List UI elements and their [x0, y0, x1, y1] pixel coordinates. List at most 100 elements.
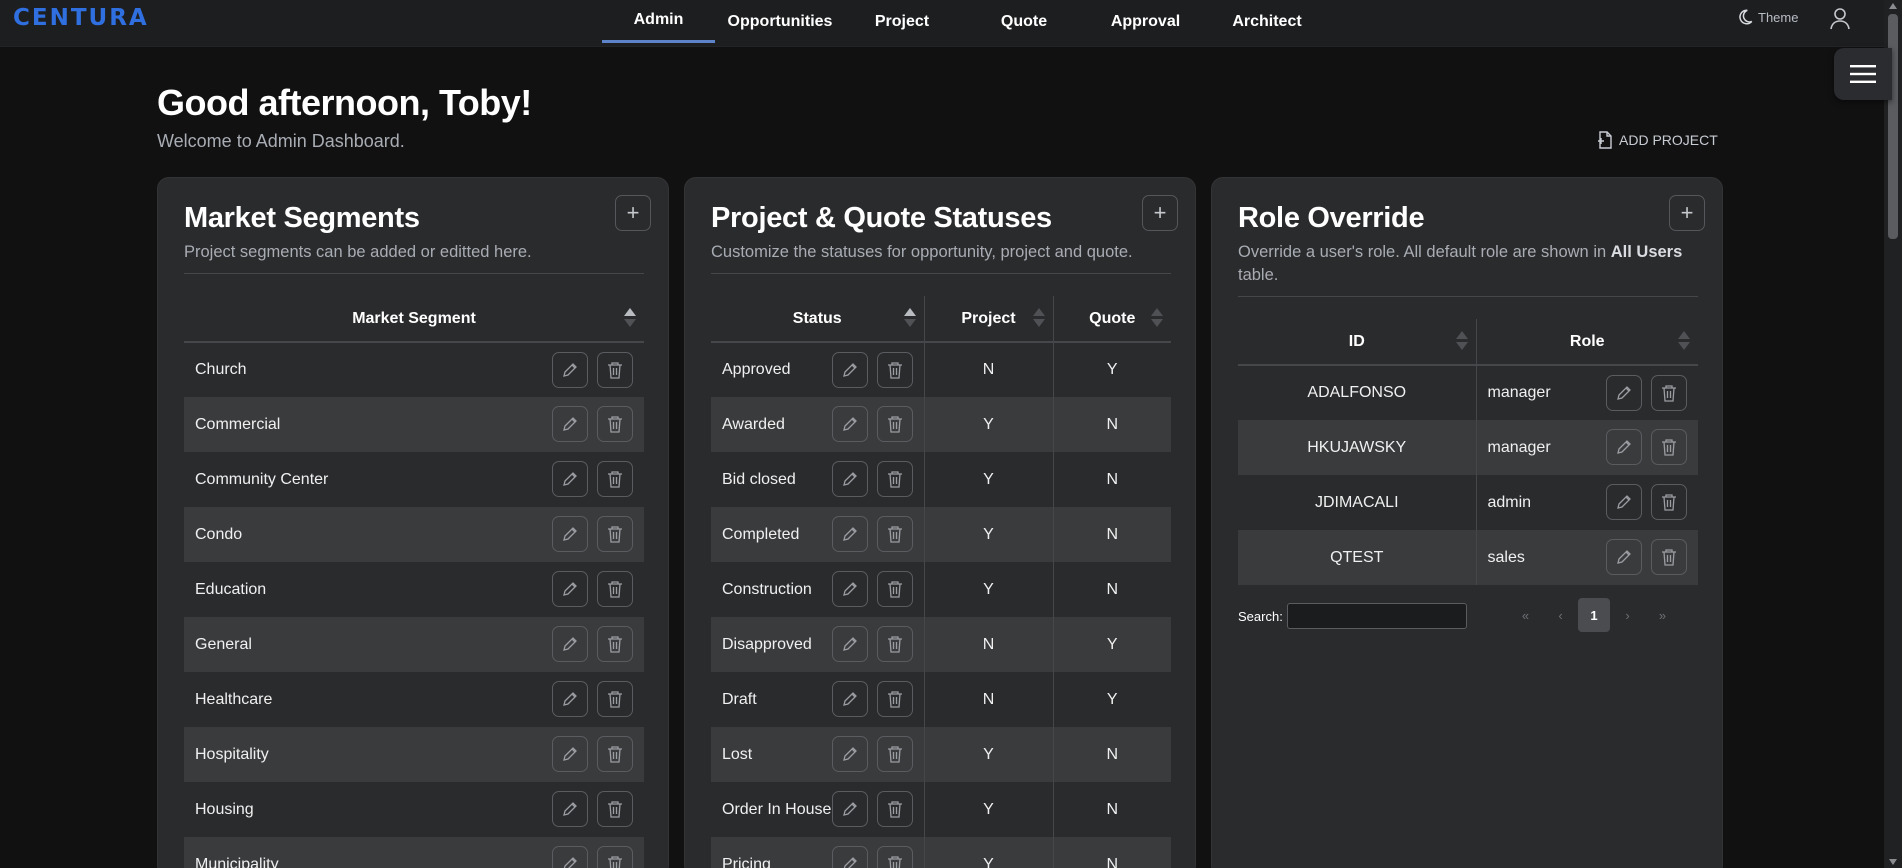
delete-button[interactable]: [876, 571, 913, 607]
delete-button[interactable]: [597, 571, 633, 607]
tab-approval[interactable]: Approval: [1089, 0, 1202, 43]
edit-button[interactable]: [552, 626, 588, 662]
pencil-icon: [563, 747, 577, 761]
column-header-id[interactable]: ID: [1238, 319, 1476, 366]
delete-button[interactable]: [597, 406, 633, 442]
current-page-button[interactable]: 1: [1578, 598, 1610, 632]
role-search: Search:: [1238, 603, 1467, 629]
edit-button[interactable]: [1606, 375, 1642, 411]
trash-icon: [608, 581, 622, 598]
tab-architect[interactable]: Architect: [1202, 0, 1332, 43]
market-segment-name: Municipality: [195, 855, 279, 868]
trash-icon: [608, 636, 622, 653]
delete-button[interactable]: [876, 736, 913, 772]
sort-icon[interactable]: [1678, 331, 1690, 351]
add-status-button[interactable]: +: [1142, 195, 1178, 231]
trash-icon: [887, 526, 902, 543]
edit-button[interactable]: [831, 791, 868, 827]
edit-button[interactable]: [552, 352, 588, 388]
project-flag: N: [923, 342, 1053, 397]
edit-button[interactable]: [552, 791, 588, 827]
tab-quote[interactable]: Quote: [959, 0, 1089, 43]
delete-button[interactable]: [597, 681, 633, 717]
sort-icon[interactable]: [1032, 308, 1045, 328]
edit-button[interactable]: [552, 736, 588, 772]
tab-project[interactable]: Project: [845, 0, 959, 43]
delete-button[interactable]: [1651, 484, 1687, 520]
delete-button[interactable]: [597, 352, 633, 388]
pencil-icon: [842, 637, 857, 651]
delete-button[interactable]: [597, 461, 633, 497]
delete-button[interactable]: [1651, 539, 1687, 575]
project-flag: N: [923, 672, 1053, 727]
edit-button[interactable]: [552, 461, 588, 497]
edit-button[interactable]: [831, 352, 868, 388]
user-icon[interactable]: [1828, 6, 1852, 30]
column-header-status[interactable]: Status: [711, 296, 924, 343]
sort-icon[interactable]: [1151, 308, 1163, 328]
edit-button[interactable]: [552, 406, 588, 442]
delete-button[interactable]: [876, 626, 913, 662]
edit-button[interactable]: [1606, 429, 1642, 465]
column-header-market-segment[interactable]: Market Segment: [184, 296, 644, 343]
delete-button[interactable]: [597, 846, 633, 868]
edit-button[interactable]: [552, 571, 588, 607]
edit-button[interactable]: [552, 846, 588, 868]
add-market-segment-button[interactable]: +: [615, 195, 651, 231]
row-actions: [831, 791, 924, 827]
delete-button[interactable]: [876, 681, 913, 717]
delete-button[interactable]: [597, 516, 633, 552]
trash-icon: [887, 416, 902, 433]
sort-icon[interactable]: [624, 308, 636, 328]
quote-flag: N: [1052, 507, 1171, 562]
edit-button[interactable]: [552, 516, 588, 552]
delete-button[interactable]: [876, 406, 913, 442]
edit-button[interactable]: [831, 571, 868, 607]
prev-page-button[interactable]: ‹: [1543, 598, 1578, 632]
tab-admin[interactable]: Admin: [602, 0, 715, 43]
theme-toggle[interactable]: Theme: [1736, 8, 1798, 26]
delete-button[interactable]: [1651, 375, 1687, 411]
edit-button[interactable]: [1606, 484, 1642, 520]
delete-button[interactable]: [876, 352, 913, 388]
search-input[interactable]: [1286, 603, 1467, 629]
next-page-button[interactable]: ›: [1610, 598, 1645, 632]
edit-button[interactable]: [831, 406, 868, 442]
add-project-button[interactable]: ADD PROJECT: [1597, 131, 1718, 149]
delete-button[interactable]: [597, 736, 633, 772]
edit-button[interactable]: [831, 846, 868, 868]
column-header-quote[interactable]: Quote: [1052, 296, 1171, 343]
delete-button[interactable]: [876, 791, 913, 827]
user-id: HKUJAWSKY: [1238, 420, 1476, 475]
column-header-project[interactable]: Project: [923, 296, 1053, 343]
quote-flag: Y: [1052, 672, 1171, 727]
delete-button[interactable]: [1651, 429, 1687, 465]
centura-logo[interactable]: CENTURA: [13, 5, 149, 31]
edit-button[interactable]: [831, 736, 868, 772]
scroll-up-icon[interactable]: [1889, 3, 1897, 9]
first-page-button[interactable]: «: [1508, 598, 1543, 632]
delete-button[interactable]: [876, 461, 913, 497]
add-role-override-button[interactable]: +: [1669, 195, 1705, 231]
column-header-role[interactable]: Role: [1475, 319, 1698, 366]
edit-button[interactable]: [1606, 539, 1642, 575]
sort-icon[interactable]: [903, 308, 916, 328]
hamburger-menu-button[interactable]: [1834, 48, 1892, 100]
sort-icon[interactable]: [1455, 331, 1468, 351]
page-scrollbar[interactable]: [1884, 0, 1902, 868]
market-segment-name: Community Center: [195, 470, 329, 488]
tab-opportunities[interactable]: Opportunities: [715, 0, 845, 43]
pencil-icon: [563, 363, 577, 377]
delete-button[interactable]: [597, 791, 633, 827]
edit-button[interactable]: [831, 681, 868, 717]
trash-icon: [887, 581, 902, 598]
last-page-button[interactable]: »: [1645, 598, 1680, 632]
edit-button[interactable]: [831, 626, 868, 662]
edit-button[interactable]: [831, 461, 868, 497]
delete-button[interactable]: [597, 626, 633, 662]
scroll-down-icon[interactable]: [1889, 859, 1897, 865]
edit-button[interactable]: [552, 681, 588, 717]
delete-button[interactable]: [876, 516, 913, 552]
edit-button[interactable]: [831, 516, 868, 552]
delete-button[interactable]: [876, 846, 913, 868]
